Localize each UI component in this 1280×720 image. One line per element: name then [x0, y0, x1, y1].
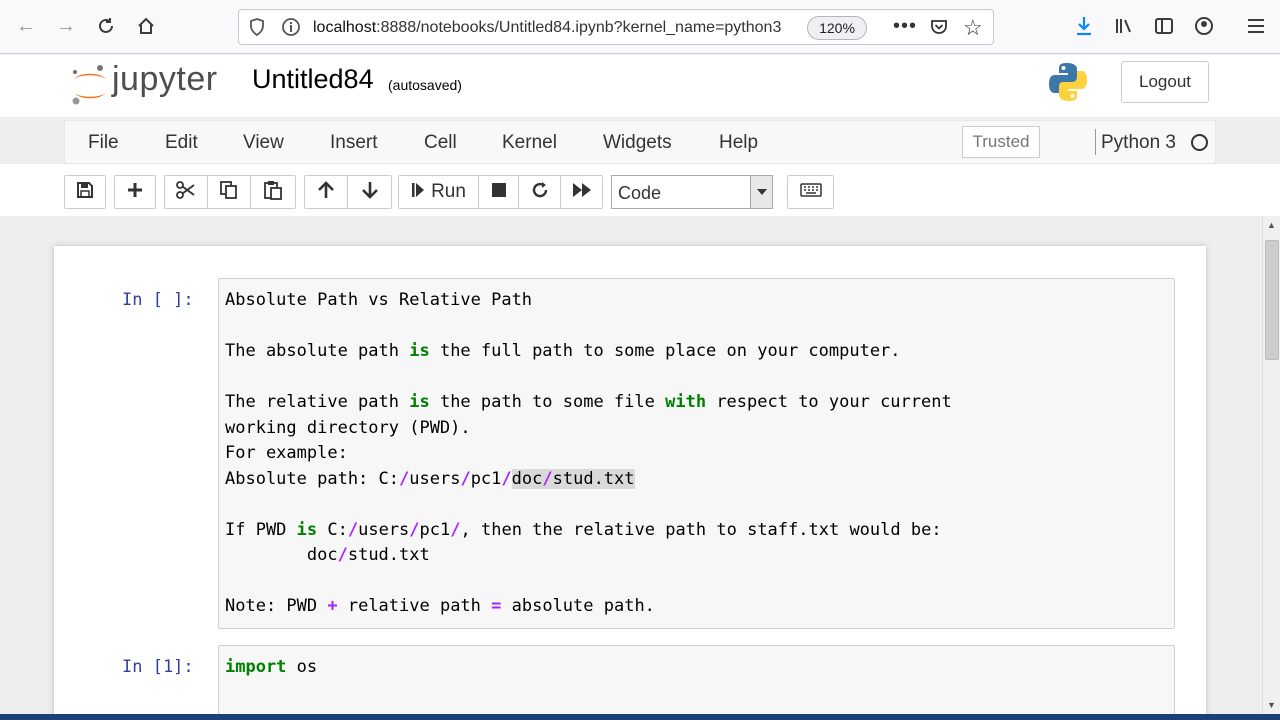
notebook-container: In [ ]: Absolute Path vs Relative Path T… [54, 246, 1206, 720]
scissors-icon [176, 180, 196, 204]
fast-forward-icon [572, 182, 592, 203]
insert-cell-button[interactable] [114, 175, 156, 209]
sidebar-icon[interactable] [1148, 10, 1180, 42]
code-line: import os [225, 657, 318, 677]
zoom-level-badge[interactable]: 120% [807, 16, 867, 40]
code-line: If PWD is C:/users/pc1/, then the relati… [225, 519, 942, 540]
jupyter-wordmark[interactable]: jupyter [112, 60, 218, 99]
cut-button[interactable] [165, 176, 208, 208]
save-button[interactable] [64, 175, 106, 209]
arrow-down-icon [361, 180, 379, 205]
download-icon[interactable] [1068, 10, 1100, 42]
run-button[interactable]: Run [399, 176, 479, 208]
code-line: doc/stud.txt [225, 545, 430, 565]
scroll-down-icon[interactable]: ▼ [1263, 696, 1280, 714]
copy-icon [219, 180, 239, 205]
restart-icon [531, 181, 549, 204]
save-icon [76, 181, 94, 204]
paste-button[interactable] [251, 176, 295, 208]
paste-icon [263, 180, 283, 205]
bookmark-star-icon[interactable]: ☆ [963, 15, 983, 41]
code-line: For example: [225, 443, 348, 463]
code-line: Absolute path: C:/users/pc1/doc/stud.txt [225, 468, 635, 489]
back-icon[interactable]: ← [10, 10, 42, 42]
notebook-area: In [ ]: Absolute Path vs Relative Path T… [0, 216, 1262, 720]
menu-cell[interactable]: Cell [424, 132, 457, 154]
jupyter-logo-icon[interactable] [70, 63, 110, 107]
step-forward-icon [411, 182, 425, 203]
stop-icon [491, 182, 507, 203]
restart-kernel-button[interactable] [519, 176, 561, 208]
more-actions-icon[interactable]: ••• [893, 15, 917, 38]
code-line: Note: PWD + relative path = absolute pat… [225, 596, 655, 616]
vertical-scrollbar[interactable]: ▲ ▼ [1262, 216, 1280, 714]
python-logo-icon [1046, 60, 1090, 104]
plus-icon [126, 181, 144, 204]
jupyter-header: jupyter Untitled84 (autosaved) Logout [0, 55, 1280, 117]
cell-prompt: In [1]: [122, 657, 194, 677]
logout-button[interactable]: Logout [1121, 61, 1209, 103]
code-line: working directory (PWD). [225, 417, 471, 438]
scroll-up-icon[interactable]: ▲ [1263, 216, 1280, 234]
code-line: The relative path is the path to some fi… [225, 392, 952, 412]
autosave-status: (autosaved) [388, 77, 462, 93]
menu-kernel[interactable]: Kernel [502, 132, 557, 154]
move-cell-up-button[interactable] [305, 176, 348, 208]
kernel-separator [1095, 129, 1096, 155]
restart-run-all-button[interactable] [561, 176, 602, 208]
forward-icon[interactable]: → [50, 10, 82, 42]
shield-icon[interactable] [247, 17, 267, 42]
edit-button-group [164, 175, 296, 209]
browser-toolbar: ← → localhost:8888/notebooks/Untitled84.… [0, 0, 1280, 54]
hamburger-menu-icon[interactable] [1240, 10, 1272, 42]
dropdown-arrow-icon [750, 176, 772, 208]
home-icon[interactable] [130, 10, 162, 42]
library-icon[interactable] [1108, 10, 1140, 42]
cell-type-value: Code [618, 183, 662, 203]
run-button-group: Run [398, 175, 603, 209]
keyboard-icon [799, 182, 822, 202]
move-button-group [304, 175, 392, 209]
cell-prompt: In [ ]: [122, 290, 194, 310]
notebook-toolbar: Run Code [0, 164, 1280, 216]
command-palette-button[interactable] [787, 175, 834, 209]
notebook-name[interactable]: Untitled84 [252, 64, 374, 95]
scrollbar-thumb[interactable] [1265, 240, 1279, 360]
trusted-indicator[interactable]: Trusted [962, 126, 1040, 158]
info-icon[interactable] [281, 17, 301, 42]
reload-icon[interactable] [90, 10, 122, 42]
code-line: Absolute Path vs Relative Path [225, 290, 533, 310]
menu-edit[interactable]: Edit [165, 132, 198, 154]
url-bar[interactable]: localhost:8888/notebooks/Untitled84.ipyn… [238, 9, 994, 45]
menu-file[interactable]: File [88, 132, 119, 154]
arrow-up-icon [317, 180, 335, 205]
code-cell-input[interactable]: Absolute Path vs Relative Path The absol… [218, 278, 1175, 629]
code-line: The absolute path is the full path to so… [225, 341, 901, 361]
account-icon[interactable] [1188, 10, 1220, 42]
url-text: localhost:8888/notebooks/Untitled84.ipyn… [313, 19, 782, 36]
run-label: Run [431, 181, 466, 202]
code-cell-input[interactable]: import os [218, 645, 1175, 720]
menu-widgets[interactable]: Widgets [603, 132, 672, 154]
menu-insert[interactable]: Insert [330, 132, 378, 154]
os-taskbar [0, 714, 1280, 720]
menu-bar: File Edit View Insert Cell Kernel Widget… [64, 120, 1216, 164]
interrupt-kernel-button[interactable] [479, 176, 519, 208]
move-cell-down-button[interactable] [348, 176, 391, 208]
kernel-idle-indicator-icon [1191, 134, 1208, 151]
menu-help[interactable]: Help [719, 132, 758, 154]
menu-view[interactable]: View [243, 132, 284, 154]
kernel-name: Python 3 [1101, 132, 1176, 153]
copy-button[interactable] [208, 176, 251, 208]
pocket-icon[interactable] [929, 17, 949, 42]
cell-type-select[interactable]: Code [611, 175, 773, 209]
